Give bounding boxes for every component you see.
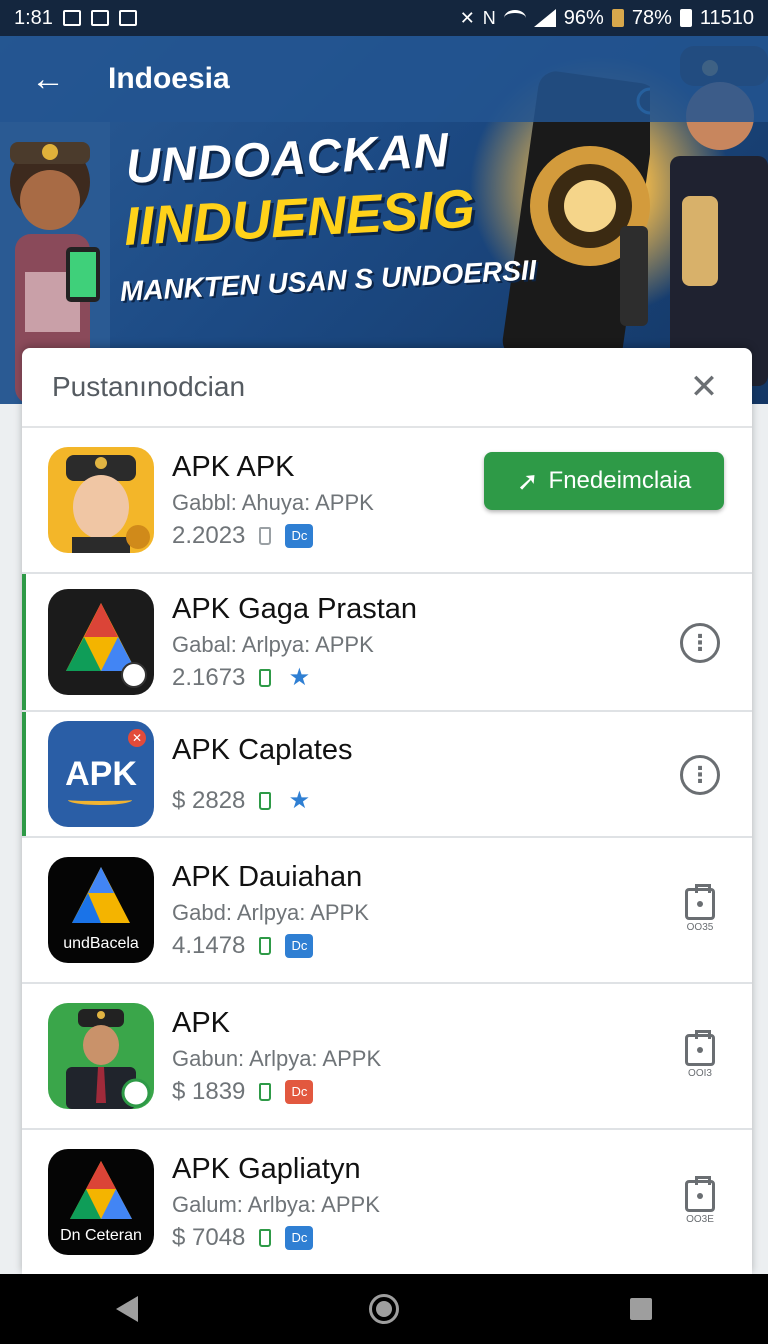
signal-percent: 96% <box>563 6 604 29</box>
app-subtitle: Galum: Arlbya: APPK <box>172 1191 380 1217</box>
app-icon-apk: APK ✕ <box>48 721 154 827</box>
nfc-icon: N <box>482 7 496 28</box>
star-badge-icon: ★ <box>288 663 311 691</box>
gallery-notification-icon <box>62 10 81 26</box>
status-time: 1:81 <box>14 6 53 29</box>
app-icon-triangle <box>48 589 154 695</box>
clipboard-label: OO35 <box>686 922 714 933</box>
app-bar-title: Indoesia <box>108 62 230 95</box>
app-title: APK <box>172 1006 231 1039</box>
signal-icon <box>533 9 556 27</box>
nav-recents-icon[interactable] <box>630 1298 653 1320</box>
app-bar: ← Indoesia <box>0 36 768 122</box>
system-nav-bar <box>0 1274 768 1344</box>
bottle-icon <box>259 526 272 545</box>
app-subtitle: Gabun: Arlpya: APPK <box>172 1045 382 1071</box>
hero-tagline: MANKTEN USAN S UNDOERSII <box>119 254 538 307</box>
clipboard-icon <box>685 1176 715 1212</box>
clipboard-button[interactable]: OOI3 <box>682 1030 718 1079</box>
app-title: APK Dauiahan <box>172 860 363 893</box>
app-subtitle: Gabal: Arlpya: APPK <box>172 631 374 657</box>
app-subtitle: Gabbl: Ahuya: APPK <box>172 489 374 515</box>
list-item[interactable]: Dn Ceteran APK Gapliatyn Galum: Arlbya: … <box>22 1130 752 1274</box>
more-options-icon[interactable]: ⋮ <box>680 755 720 795</box>
star-badge-icon: ★ <box>288 786 311 814</box>
nav-home-icon[interactable] <box>368 1294 399 1324</box>
apk-swoosh-icon <box>68 795 132 805</box>
back-arrow-icon[interactable]: ← <box>28 59 68 99</box>
close-icon[interactable]: ✕ <box>686 367 722 407</box>
app-price: $ 2828 <box>172 786 246 814</box>
app-icon-caption: Dn Ceteran <box>60 1227 142 1244</box>
bottle-icon <box>259 1228 272 1247</box>
app-title: APK Gaga Prastan <box>172 592 418 625</box>
app-title: APK APK <box>172 450 295 483</box>
sheet-title: Pustanınodcian <box>52 371 246 402</box>
status-right-value: 11510 <box>699 6 754 29</box>
bottle-icon <box>259 791 272 810</box>
app-price: $ 7048 <box>172 1223 246 1251</box>
mute-icon: ✕ <box>459 7 475 28</box>
clipboard-button[interactable]: OO35 <box>682 884 718 933</box>
battery-percent: 78% <box>631 6 672 29</box>
clipboard-icon <box>685 884 715 920</box>
app-icon-triangle-color: Dn Ceteran <box>48 1149 154 1255</box>
bottle-icon <box>259 936 272 955</box>
app-version: 2.2023 <box>172 521 246 549</box>
app-subtitle: Gabd: Arlpya: APPK <box>172 899 369 925</box>
bottle-icon <box>259 668 272 687</box>
sheet-header: Pustanınodcian ✕ <box>22 348 752 428</box>
clipboard-icon <box>685 1030 715 1066</box>
app-icon-officer-green <box>48 1003 154 1109</box>
row-accent <box>22 712 26 836</box>
image-notification-icon <box>118 10 137 26</box>
developer-badge-icon: Dc <box>285 1079 314 1104</box>
clipboard-label: OOI3 <box>688 1068 712 1079</box>
developer-badge-icon: Dc <box>285 1225 314 1250</box>
bottle-icon <box>259 1082 272 1101</box>
app-title: APK Caplates <box>172 733 353 766</box>
more-options-icon[interactable]: ⋮ <box>680 623 720 663</box>
clipboard-button[interactable]: OO3E <box>682 1176 718 1225</box>
apk-list-sheet: Pustanınodcian ✕ APK APK Gabbl: Ahuya: A… <box>22 348 752 1274</box>
app-icon-triangle-dark: undBacela <box>48 857 154 963</box>
app-version: 2.1673 <box>172 663 246 691</box>
download-button-label: Fnedeimclaia <box>548 467 692 494</box>
list-item[interactable]: APK ✕ APK Caplates $ 2828 ★ ⋮ <box>22 712 752 838</box>
developer-badge-icon: Dc <box>285 933 314 958</box>
app-version: 4.1478 <box>172 931 246 959</box>
list-item[interactable]: APK Gabun: Arlpya: APPK $ 1839 Dc OOI3 <box>22 984 752 1130</box>
developer-badge-icon: Dc <box>285 523 314 548</box>
battery-full-icon <box>679 9 692 27</box>
download-button[interactable]: ➚ Fnedeimclaia <box>484 452 724 510</box>
app-icon-caption: undBacela <box>63 935 139 952</box>
app-icon-officer <box>48 447 154 553</box>
app-title: APK Gapliatyn <box>172 1152 361 1185</box>
nav-back-icon[interactable] <box>115 1296 138 1322</box>
app-price: $ 1839 <box>172 1077 246 1105</box>
status-bar: 1:81 ✕ N 96% 78% 11510 <box>0 0 768 36</box>
battery-icon <box>611 9 624 27</box>
list-item[interactable]: APK APK Gabbl: Ahuya: APPK 2.2023 Dc ➚ F… <box>22 428 752 574</box>
list-item[interactable]: undBacela APK Dauiahan Gabd: Arlpya: APP… <box>22 838 752 984</box>
list-item[interactable]: APK Gaga Prastan Gabal: Arlpya: APPK 2.1… <box>22 574 752 712</box>
apk-icon-text: APK <box>65 754 137 793</box>
row-accent <box>22 574 26 710</box>
wifi-icon <box>503 10 526 26</box>
close-badge-icon: ✕ <box>128 729 146 747</box>
lightning-icon: ➚ <box>516 465 539 496</box>
save-notification-icon <box>90 10 109 26</box>
clipboard-label: OO3E <box>686 1214 714 1225</box>
